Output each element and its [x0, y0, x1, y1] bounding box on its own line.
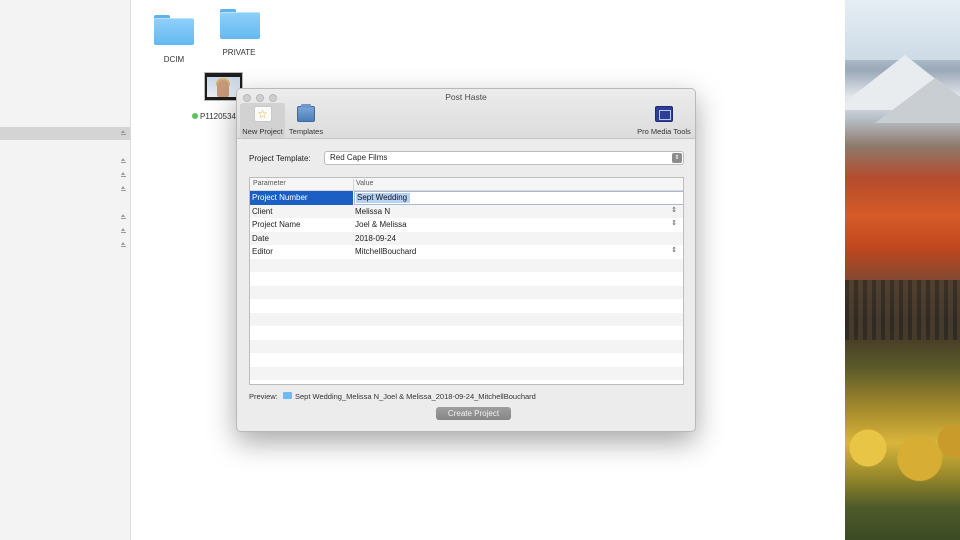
sidebar-item[interactable] — [0, 169, 130, 182]
project-template-value: Red Cape Films — [330, 153, 388, 162]
toolbar-templates-label: Templates — [288, 127, 324, 136]
empty-row — [250, 285, 683, 299]
chevron-updown-icon[interactable]: ⇕ — [671, 207, 677, 215]
preview-label: Preview: — [249, 392, 278, 401]
parameter-table: Parameter Value Project Number Sept Wedd… — [249, 177, 684, 385]
column-header-value[interactable]: Value — [356, 180, 373, 187]
sidebar-item[interactable] — [0, 155, 130, 168]
sidebar-item-selected[interactable] — [0, 127, 130, 140]
folder-icon[interactable] — [154, 15, 194, 45]
table-row[interactable]: Editor MitchellBouchard ⇕ — [250, 245, 683, 259]
empty-row — [250, 339, 683, 353]
eject-icon[interactable] — [120, 172, 127, 179]
folder-label-dcim: DCIM — [163, 55, 185, 64]
table-row[interactable]: Project Number Sept Wedding — [250, 191, 683, 205]
project-template-select[interactable]: Red Cape Films ⇕ — [324, 151, 684, 165]
project-template-label: Project Template: — [249, 154, 311, 163]
finder-sidebar — [0, 0, 131, 540]
empty-row — [250, 272, 683, 286]
desktop-wallpaper — [845, 0, 960, 540]
row-parameter: Project Number — [252, 193, 308, 202]
sidebar-item[interactable] — [0, 211, 130, 224]
row-parameter: Date — [252, 233, 269, 243]
toolbar-pro-media-tools[interactable]: Pro Media Tools — [635, 103, 693, 138]
eject-icon[interactable] — [120, 186, 127, 193]
create-project-button[interactable]: Create Project — [436, 407, 511, 420]
table-row[interactable]: Client Melissa N ⇕ — [250, 204, 683, 218]
chevron-updown-icon[interactable]: ⇕ — [671, 220, 677, 228]
folder-icon — [283, 392, 292, 399]
eject-icon[interactable] — [120, 228, 127, 235]
toolbar-new-project[interactable]: ☆ New Project — [240, 103, 285, 138]
row-parameter: Client — [252, 206, 273, 216]
eject-icon[interactable] — [120, 158, 127, 165]
row-value: MitchellBouchard — [355, 247, 417, 256]
table-row[interactable]: Date 2018-09-24 — [250, 231, 683, 245]
empty-row — [250, 299, 683, 313]
empty-row — [250, 312, 683, 326]
row-value: Sept Wedding — [357, 193, 408, 202]
value-edit-field[interactable]: Sept Wedding — [354, 191, 683, 205]
window-titlebar: Post Haste ☆ New Project Templates Pro M… — [237, 89, 695, 139]
star-icon: ☆ — [253, 106, 272, 122]
chevron-updown-icon: ⇕ — [672, 153, 682, 163]
video-file-label: P1120534 — [200, 112, 236, 121]
empty-row — [250, 366, 683, 380]
templates-icon — [297, 104, 315, 122]
row-parameter: Editor — [252, 247, 273, 256]
toolbar-templates[interactable]: Templates — [287, 103, 325, 138]
window-title: Post Haste — [445, 92, 487, 102]
empty-row — [250, 326, 683, 340]
folder-label-private: PRIVATE — [222, 48, 256, 57]
row-value: Melissa N — [355, 206, 391, 216]
table-row[interactable]: Project Name Joel & Melissa ⇕ — [250, 218, 683, 232]
preview-path: Sept Wedding_Melissa N_Joel & Melissa_20… — [295, 392, 536, 401]
eject-icon[interactable] — [120, 130, 127, 137]
green-tag-icon — [192, 113, 198, 119]
toolbar-pro-media-tools-label: Pro Media Tools — [637, 127, 691, 136]
sidebar-item[interactable] — [0, 225, 130, 238]
eject-icon[interactable] — [120, 242, 127, 249]
chevron-updown-icon[interactable]: ⇕ — [671, 247, 677, 255]
sidebar-item[interactable] — [0, 183, 130, 196]
row-value: 2018-09-24 — [355, 233, 396, 243]
eject-icon[interactable] — [120, 214, 127, 221]
folder-icon[interactable] — [220, 9, 260, 39]
toolbar-new-project-label: New Project — [242, 127, 283, 136]
pro-media-tools-icon — [655, 106, 673, 122]
empty-row — [250, 353, 683, 367]
empty-row — [250, 258, 683, 272]
post-haste-window: Post Haste ☆ New Project Templates Pro M… — [236, 88, 696, 432]
sidebar-item[interactable] — [0, 239, 130, 252]
row-value: Joel & Melissa — [355, 220, 407, 229]
table-header: Parameter Value — [250, 178, 683, 191]
row-parameter: Project Name — [252, 220, 301, 229]
column-header-parameter[interactable]: Parameter — [253, 180, 286, 187]
